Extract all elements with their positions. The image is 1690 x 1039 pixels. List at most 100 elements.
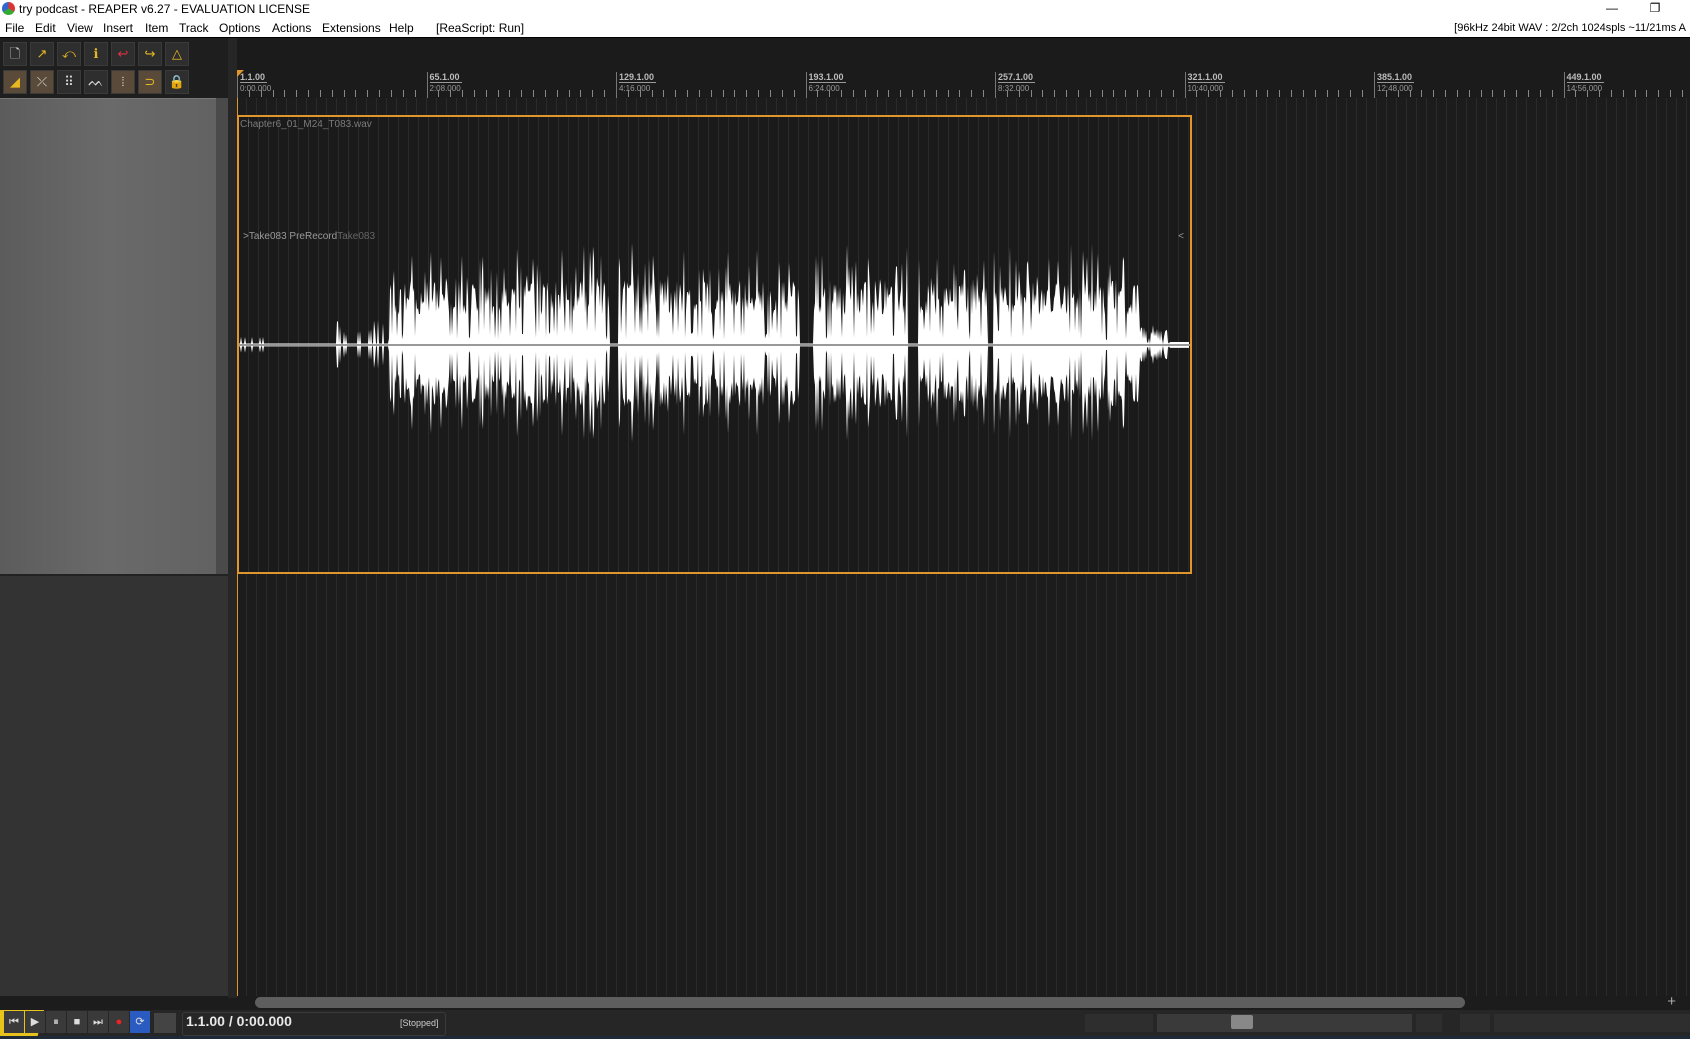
time-position[interactable]: 1.1.00 / 0:00.000 (186, 1013, 292, 1029)
ruler-minor-tick (1468, 90, 1470, 97)
metronome-button[interactable]: △ (165, 42, 189, 66)
rate-panel[interactable] (1085, 1014, 1153, 1032)
ruler-minor-tick (687, 90, 689, 97)
ruler-minor-tick (1231, 90, 1233, 97)
ruler-minor-tick (698, 90, 700, 97)
zoom-in-button[interactable]: + (1667, 993, 1676, 1010)
project-settings-button[interactable]: ℹ (84, 42, 108, 66)
transport-extra-icon[interactable] (154, 1013, 176, 1033)
ruler-measure-label: 449.1.00 (1566, 72, 1604, 83)
panel-separator[interactable] (228, 38, 237, 998)
go-to-start-icon: ⏮ (9, 1016, 19, 1028)
menu-file[interactable]: File (5, 21, 24, 35)
ruler-major-tick (1563, 72, 1565, 98)
save-project-button[interactable]: ⤺ (57, 42, 81, 66)
scrollbar-thumb[interactable] (255, 997, 1465, 1008)
ruler-measure-label: 65.1.00 (429, 72, 462, 83)
menu-item[interactable]: Item (145, 21, 168, 35)
ruler-minor-tick (1018, 90, 1020, 97)
ruler-minor-tick (1539, 90, 1541, 97)
waveform-shape (239, 242, 1189, 442)
minimize-button[interactable]: — (1592, 0, 1632, 19)
ruler-minor-tick (1575, 90, 1577, 97)
redo-button[interactable]: ↪ (138, 42, 162, 66)
snap-toggle[interactable]: ⦙ (111, 70, 135, 94)
reaper-logo-icon (2, 2, 15, 15)
playrate-knob[interactable] (1231, 1015, 1253, 1029)
ruler-minor-tick (1551, 90, 1553, 97)
ruler-minor-tick (1279, 90, 1281, 97)
selection-panel[interactable] (1494, 1014, 1690, 1032)
play-icon: ▶ (30, 1016, 40, 1028)
ruler-minor-tick (1634, 90, 1636, 97)
play-state: [Stopped] (400, 1018, 439, 1028)
repeat-button[interactable]: ⟳ (130, 1011, 150, 1033)
empty-track-area[interactable] (0, 576, 228, 996)
lock-toggle[interactable]: 🔒 (165, 70, 189, 94)
go-to-end-icon: ⏭ (93, 1016, 103, 1028)
grid-toggle[interactable]: ⠿ (57, 70, 81, 94)
playrate-slider[interactable] (1157, 1014, 1412, 1032)
stop-button[interactable]: ■ (67, 1011, 87, 1033)
ruler-minor-tick (1255, 90, 1257, 97)
auto-crossfade-toggle[interactable]: ◢ (3, 70, 27, 94)
playhead-marker-icon[interactable] (237, 70, 244, 77)
ruler-measure-label: 193.1.00 (808, 72, 846, 83)
ruler-minor-tick (1599, 90, 1601, 97)
grid-icon: ⠿ (64, 74, 74, 89)
ruler-minor-tick (343, 90, 345, 97)
horizontal-scrollbar[interactable]: + (237, 993, 1690, 1010)
menu-track[interactable]: Track (179, 21, 209, 35)
ruler-measure-label: 1.1.00 (240, 72, 268, 83)
pause-button[interactable]: ⏸ (46, 1011, 66, 1033)
track-control-panel[interactable] (0, 98, 216, 575)
menu-view[interactable]: View (67, 21, 93, 35)
edit-cursor[interactable] (237, 98, 238, 996)
play-button[interactable]: ▶ (25, 1011, 45, 1033)
ruler-minor-tick (888, 90, 890, 97)
go-to-end-button[interactable]: ⏭ (88, 1011, 108, 1033)
envelope-points-icon: ᨓ (88, 74, 104, 89)
new-project-button[interactable]: 🗋 (3, 42, 27, 66)
menu-bar: File Edit View Insert Item Track Options… (0, 19, 1690, 38)
timeline-ruler[interactable]: 1.1.00 0:00.000 65.1.00 2:08.000 129.1.00 4:1… (237, 38, 1690, 98)
media-item[interactable]: Chapter6_01_M24_T083.wav >Take083 PreRec… (237, 115, 1192, 574)
ruler-minor-tick (414, 90, 416, 97)
ruler-minor-tick (1670, 90, 1672, 97)
ruler-minor-tick (355, 90, 357, 97)
ruler-minor-tick (1433, 90, 1435, 97)
undo-button[interactable]: ↩ (111, 42, 135, 66)
ruler-minor-tick (947, 90, 949, 97)
ruler-minor-tick (544, 90, 546, 97)
grid-panel[interactable] (1416, 1014, 1442, 1032)
menu-actions[interactable]: Actions (272, 21, 311, 35)
ruler-minor-tick (627, 90, 629, 97)
ruler-minor-tick (1456, 90, 1458, 97)
menu-edit[interactable]: Edit (35, 21, 56, 35)
go-to-start-button[interactable]: ⏮ (4, 1011, 24, 1033)
ruler-time-label: 12:48.000 (1377, 84, 1413, 93)
loop-toggle[interactable]: ⊃ (138, 70, 162, 94)
menu-help[interactable]: Help (389, 21, 414, 35)
ruler-minor-tick (1504, 90, 1506, 97)
reascript-run-status: [ReaScript: Run] (436, 21, 525, 35)
restore-button[interactable]: ❐ (1635, 0, 1675, 19)
ripple-edit-toggle[interactable]: ⤫ (30, 70, 54, 94)
metronome-icon: △ (172, 46, 182, 61)
arrange-view[interactable]: Chapter6_01_M24_T083.wav >Take083 PreRec… (237, 98, 1690, 996)
menu-options[interactable]: Options (219, 21, 260, 35)
ruler-minor-tick (876, 90, 878, 97)
snap-icon: ⦙ (121, 74, 125, 89)
menu-insert[interactable]: Insert (103, 21, 133, 35)
ruler-minor-tick (379, 90, 381, 97)
record-button[interactable]: ● (109, 1011, 129, 1033)
open-project-button[interactable]: ↗ (30, 42, 54, 66)
ruler-minor-tick (473, 90, 475, 97)
tempo-panel[interactable] (1460, 1014, 1490, 1032)
pause-icon: ⏸ (53, 1016, 59, 1028)
ruler-minor-tick (1267, 90, 1269, 97)
ruler-minor-tick (1397, 90, 1399, 97)
audio-device-status[interactable]: [96kHz 24bit WAV : 2/2ch 1024spls ~11/21… (1454, 22, 1686, 34)
envelope-points-toggle[interactable]: ᨓ (84, 70, 108, 94)
menu-extensions[interactable]: Extensions (322, 21, 381, 35)
